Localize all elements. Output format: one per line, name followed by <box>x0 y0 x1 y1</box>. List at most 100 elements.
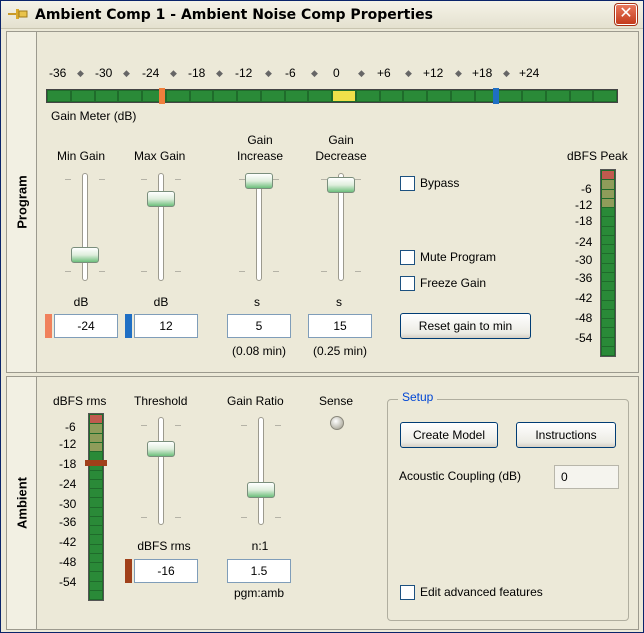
meter-segment <box>602 198 614 207</box>
gain-decrease-field[interactable]: 15 <box>308 314 372 338</box>
meter-segment <box>285 91 308 101</box>
slider-tick <box>65 271 71 272</box>
meter-segment <box>602 189 614 198</box>
bypass-label[interactable]: Bypass <box>420 176 459 190</box>
meter-segment <box>380 91 403 101</box>
rms-scale-label: -18 <box>59 457 77 471</box>
edit-advanced-checkbox[interactable] <box>400 585 415 600</box>
meter-segment <box>309 91 331 101</box>
slider-tick <box>175 425 181 426</box>
gain-increase-note: (0.08 min) <box>231 344 287 358</box>
slider-thumb[interactable] <box>147 191 175 207</box>
slider-track <box>82 173 88 281</box>
slider-tick <box>141 517 147 518</box>
gain-meter-label: Gain Meter (dB) <box>51 109 137 123</box>
slider-tick <box>273 179 279 180</box>
slider-tick <box>175 179 181 180</box>
scale-label: +24 <box>519 66 540 80</box>
min-gain-header: Min Gain <box>57 149 106 163</box>
freeze-gain-label[interactable]: Freeze Gain <box>420 276 486 290</box>
reset-gain-button[interactable]: Reset gain to min <box>400 313 531 339</box>
meter-segment <box>90 442 102 451</box>
meter-segment <box>602 263 614 272</box>
slider-track <box>258 417 264 525</box>
meter-segment <box>602 300 614 309</box>
acoustic-coupling-field[interactable]: 0 <box>554 465 619 489</box>
meter-segment <box>451 91 474 101</box>
meter-segment <box>602 208 614 217</box>
ambient-tab-label: Ambient <box>14 477 29 529</box>
peak-scale-label: -6 <box>581 182 592 196</box>
scale-diamond: ◆ <box>311 68 318 78</box>
slider-thumb[interactable] <box>71 247 99 263</box>
meter-segment <box>90 581 102 590</box>
max-gain-field[interactable]: 12 <box>134 314 198 338</box>
properties-window: Ambient Comp 1 - Ambient Noise Comp Prop… <box>0 0 644 633</box>
meter-segment <box>602 245 614 254</box>
meter-segment <box>570 91 593 101</box>
meter-segment <box>602 226 614 235</box>
ambient-tab[interactable]: Ambient <box>7 377 37 629</box>
min-gain-unit: dB <box>73 295 89 309</box>
max-gain-marker <box>493 88 499 104</box>
meter-segment <box>90 415 102 424</box>
rms-scale-label: -54 <box>59 575 77 589</box>
meter-segment <box>602 254 614 263</box>
meter-segment <box>238 91 260 101</box>
slider-tick <box>241 425 247 426</box>
meter-segment <box>214 91 236 101</box>
threshold-field[interactable]: -16 <box>134 559 198 583</box>
title-bar[interactable]: Ambient Comp 1 - Ambient Noise Comp Prop… <box>1 1 643 29</box>
meter-segment <box>90 489 102 498</box>
threshold-marker <box>85 460 107 466</box>
rms-scale-label: -42 <box>59 535 77 549</box>
slider-track <box>256 173 262 281</box>
program-tab[interactable]: Program <box>7 32 37 372</box>
freeze-gain-checkbox[interactable] <box>400 276 415 291</box>
max-gain-header: Max Gain <box>134 149 186 163</box>
meter-segment <box>90 470 102 479</box>
scale-label: -6 <box>285 66 296 80</box>
slider-thumb[interactable] <box>247 482 275 498</box>
scale-label: -12 <box>235 66 253 80</box>
rms-scale-label: -30 <box>59 497 77 511</box>
slider-tick <box>355 271 361 272</box>
meter-segment <box>90 544 102 553</box>
scale-diamond: ◆ <box>216 68 223 78</box>
mute-program-label[interactable]: Mute Program <box>420 250 496 264</box>
instructions-button[interactable]: Instructions <box>516 422 616 448</box>
program-tab-label: Program <box>14 175 29 229</box>
gain-increase-header-1: Gain <box>247 133 273 147</box>
meter-segment <box>90 507 102 516</box>
edit-advanced-label[interactable]: Edit advanced features <box>420 585 543 599</box>
peak-scale-label: -42 <box>575 291 593 305</box>
peak-scale-label: -48 <box>575 311 593 325</box>
mute-program-checkbox[interactable] <box>400 250 415 265</box>
gain-ratio-field[interactable]: 1.5 <box>227 559 291 583</box>
min-gain-marker <box>159 88 165 104</box>
peak-scale-label: -54 <box>575 331 593 345</box>
gain-increase-field[interactable]: 5 <box>227 314 291 338</box>
rms-scale-label: -48 <box>59 555 77 569</box>
create-model-button[interactable]: Create Model <box>400 422 498 448</box>
close-button[interactable]: ✕ <box>614 3 638 26</box>
scale-label: +6 <box>377 66 391 80</box>
slider-thumb[interactable] <box>327 177 355 193</box>
scale-label: -18 <box>188 66 206 80</box>
gain-increase-header-2: Increase <box>236 149 284 163</box>
meter-segment <box>546 91 569 101</box>
peak-scale-label: -18 <box>575 214 593 228</box>
slider-thumb[interactable] <box>147 441 175 457</box>
meter-segment <box>602 328 614 337</box>
meter-segment <box>602 235 614 244</box>
meter-segment <box>602 319 614 328</box>
slider-tick <box>99 271 105 272</box>
scale-diamond: ◆ <box>405 68 412 78</box>
bypass-checkbox[interactable] <box>400 176 415 191</box>
meter-segment <box>119 91 141 101</box>
min-gain-field[interactable]: -24 <box>54 314 118 338</box>
slider-tick <box>141 425 147 426</box>
peak-scale-label: -24 <box>575 235 593 249</box>
slider-thumb[interactable] <box>245 173 273 189</box>
meter-segment <box>90 526 102 535</box>
